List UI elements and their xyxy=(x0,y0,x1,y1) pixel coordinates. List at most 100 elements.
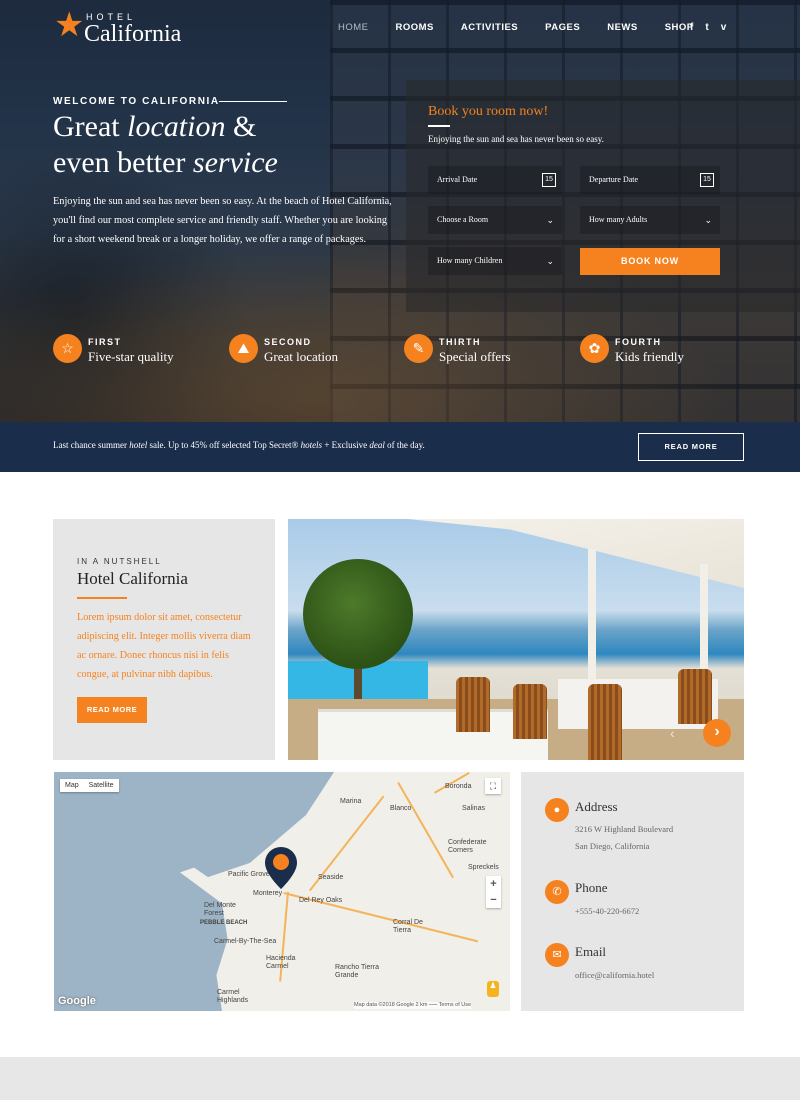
map-label: Confederate Corners xyxy=(448,839,487,854)
facebook-icon[interactable]: f xyxy=(690,22,693,33)
address-line1: 3216 W Highland Boulevard xyxy=(575,824,674,834)
phone-value[interactable]: +555-40-220-6672 xyxy=(575,903,639,920)
google-logo: Google xyxy=(58,995,96,1007)
chevron-down-icon: ⌄ xyxy=(546,215,554,225)
nutshell-divider xyxy=(77,597,127,599)
room-select[interactable]: Choose a Room ⌄ xyxy=(428,206,562,234)
booking-form: Book you room now! Enjoying the sun and … xyxy=(406,80,800,312)
map-button[interactable]: Map xyxy=(60,779,84,792)
map-label: Carmel Highlands xyxy=(217,989,249,1004)
map-label: Blanco xyxy=(390,805,412,812)
feature-value: Kids friendly xyxy=(615,349,684,364)
feature-key: FOURTH xyxy=(615,337,662,347)
flower-icon: ✿ xyxy=(580,334,609,363)
chevron-down-icon: ⌄ xyxy=(704,215,712,225)
vine-icon[interactable]: v xyxy=(721,22,727,33)
hero-section: ★ HOTEL California HOME ROOMS ACTIVITIES… xyxy=(0,0,800,422)
promo-read-more-button[interactable]: READ MORE xyxy=(638,433,744,461)
feature-key: SECOND xyxy=(264,337,312,347)
arrival-date-field[interactable]: Arrival Date 15 xyxy=(428,166,562,194)
zoom-in-button[interactable]: + xyxy=(486,876,501,892)
map-label: Salinas xyxy=(462,805,485,812)
pegman-icon[interactable]: ♟ xyxy=(487,981,499,997)
promo-text: Last chance summer hotel sale. Up to 45%… xyxy=(53,440,425,450)
booking-title: Book you room now! xyxy=(428,104,549,119)
location-icon: ● xyxy=(545,798,569,822)
map-label: Hacienda Carmel xyxy=(266,955,296,970)
social-links: f t v xyxy=(690,22,726,33)
nutshell-title: Hotel California xyxy=(77,569,188,588)
twitter-icon[interactable]: t xyxy=(705,22,708,33)
nav-news[interactable]: NEWS xyxy=(607,22,638,33)
map-label: Spreckels xyxy=(468,864,499,871)
hero-description: Enjoying the sun and sea has never been … xyxy=(53,196,392,245)
feature-key: THIRTH xyxy=(439,337,481,347)
adults-select[interactable]: How many Adults ⌄ xyxy=(580,206,720,234)
slider-prev-icon[interactable]: ‹ xyxy=(670,725,686,741)
departure-date-label: Departure Date xyxy=(589,175,639,184)
email-title: Email xyxy=(575,944,607,959)
hero-headline-line1: Great location & xyxy=(53,110,257,143)
satellite-button[interactable]: Satellite xyxy=(84,779,119,792)
chair xyxy=(588,684,622,760)
map-label: PEBBLE BEACH xyxy=(200,920,248,926)
map-label: Del Monte Forest xyxy=(204,902,236,917)
slider-next-button[interactable]: › xyxy=(703,719,731,747)
logo-star-icon: ★ xyxy=(54,6,85,44)
terrace-photo-slider: ‹ › xyxy=(288,519,744,760)
chevron-down-icon: ⌄ xyxy=(546,256,554,266)
map-road xyxy=(397,782,454,879)
feature-key: FIRST xyxy=(88,337,122,347)
departure-date-field[interactable]: Departure Date 15 xyxy=(580,166,720,194)
welcome-divider xyxy=(219,101,287,102)
calendar-icon: 15 xyxy=(700,173,714,187)
phone-icon: ✆ xyxy=(545,880,569,904)
nutshell-read-more-button[interactable]: READ MORE xyxy=(77,697,147,723)
address-line2: San Diego, California xyxy=(575,841,650,851)
map-label: Seaside xyxy=(318,874,344,881)
nutshell-text: Lorem ipsum dolor sit amet, consectetur … xyxy=(77,612,251,680)
email-value[interactable]: office@california.hotel xyxy=(575,967,654,984)
contact-card: ● Address 3216 W Highland Boulevard San … xyxy=(521,772,744,1011)
main-nav: HOME ROOMS ACTIVITIES PAGES NEWS SHOP xyxy=(338,22,721,33)
star-icon: ☆ xyxy=(53,334,82,363)
feature-value: Great location xyxy=(264,349,338,364)
book-now-button[interactable]: BOOK NOW xyxy=(580,248,720,275)
chair xyxy=(678,669,712,724)
nav-pages[interactable]: PAGES xyxy=(545,22,580,33)
nav-rooms[interactable]: ROOMS xyxy=(396,22,434,33)
nav-activities[interactable]: ACTIVITIES xyxy=(461,22,518,33)
canopy-roof xyxy=(408,519,744,589)
hero-headline-line2: even better service xyxy=(53,146,278,179)
map-attribution[interactable]: Map data ©2018 Google 2 km ⎯⎯⎯ Terms of … xyxy=(354,1002,472,1009)
map-label: Rancho Tierra Grande xyxy=(335,964,379,979)
email-icon: ✉ xyxy=(545,943,569,967)
address-title: Address xyxy=(575,799,618,814)
location-map[interactable]: Map Satellite ⛶ Marina Boronda Blanco Sa… xyxy=(54,772,510,1011)
arrival-date-label: Arrival Date xyxy=(437,175,478,184)
chair xyxy=(456,677,490,732)
footer-band xyxy=(0,1057,800,1100)
pillar xyxy=(588,549,596,689)
promo-bar: Last chance summer hotel sale. Up to 45%… xyxy=(0,422,800,472)
nutshell-card: IN A NUTSHELL Hotel California Lorem ips… xyxy=(53,519,275,760)
children-select-value: How many Children xyxy=(437,256,503,265)
room-select-value: Choose a Room xyxy=(437,215,489,224)
tag-icon: ✎ xyxy=(404,334,433,363)
nav-home[interactable]: HOME xyxy=(338,22,369,33)
fullscreen-icon[interactable]: ⛶ xyxy=(485,778,501,794)
booking-divider xyxy=(428,125,450,127)
calendar-icon: 15 xyxy=(542,173,556,187)
feature-fourth: ✿ FOURTH Kids friendly xyxy=(580,334,740,366)
site-logo[interactable]: ★ HOTEL California xyxy=(54,6,214,47)
children-select[interactable]: How many Children ⌄ xyxy=(428,247,562,275)
welcome-kicker: WELCOME TO CALIFORNIA xyxy=(53,96,220,107)
map-sea xyxy=(54,772,334,1011)
map-icon: ⛰ xyxy=(229,334,258,363)
zoom-out-button[interactable]: − xyxy=(486,892,501,908)
phone-title: Phone xyxy=(575,880,608,895)
olive-tree xyxy=(303,559,413,669)
map-label: Corral De Tierra xyxy=(393,919,423,934)
location-pin-icon[interactable] xyxy=(264,846,298,890)
adults-select-value: How many Adults xyxy=(589,215,648,224)
